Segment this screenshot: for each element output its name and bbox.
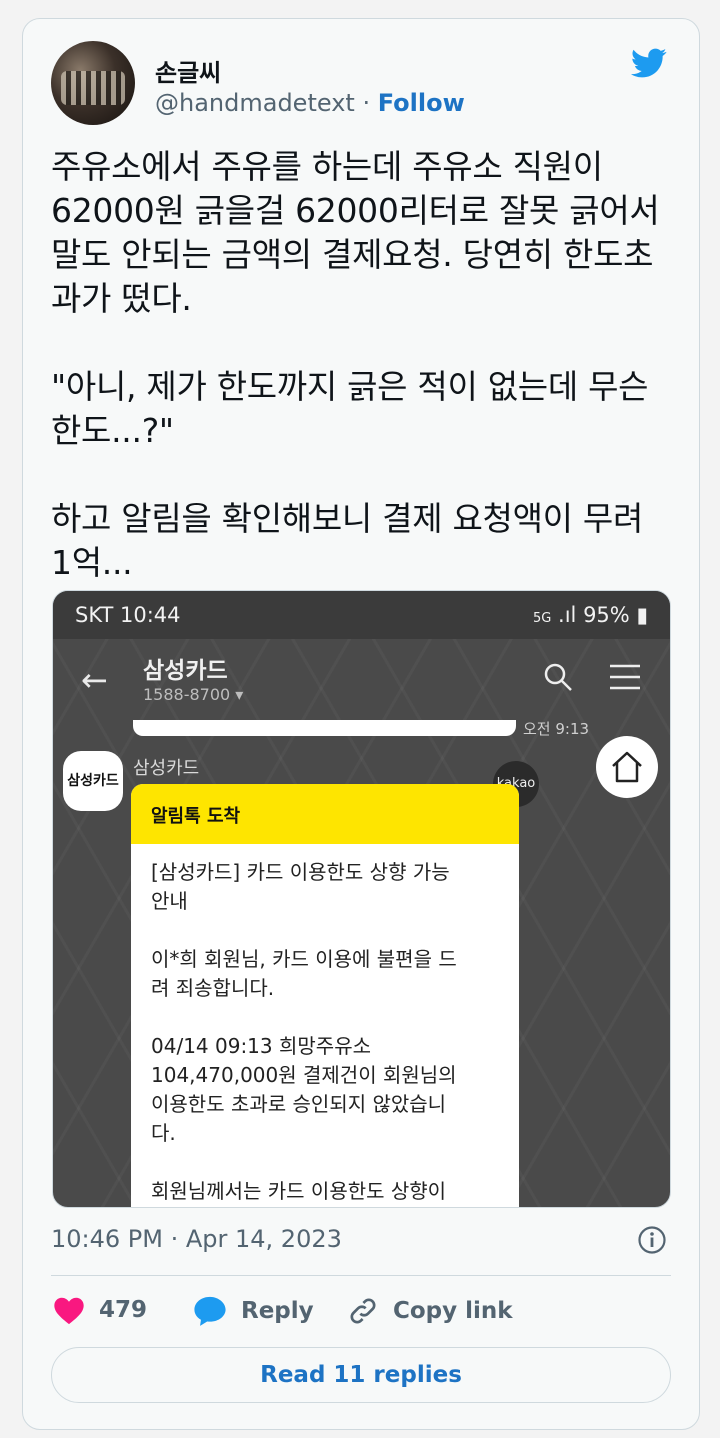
alimtalk-bubble: 알림톡 도착 [삼성카드] 카드 이용한도 상향 가능 안내 이*희 회원님, … [131, 784, 519, 1207]
status-right: 5G .ıl 95% ▮ [533, 603, 648, 627]
bubble-header: 알림톡 도착 [131, 784, 519, 844]
read-replies-button[interactable]: Read 11 replies [51, 1347, 671, 1403]
network-label: 5G [532, 611, 552, 626]
signal-icon: .ıl [558, 603, 577, 627]
tweet-card: 손글씨 @handmadetext · Follow 주유소에서 주유를 하는데… [22, 18, 700, 1430]
reply-label: Reply [241, 1298, 314, 1324]
battery-level: 95% [583, 603, 630, 627]
chat-subtitle: 1588-8700 ▾ [143, 685, 244, 704]
home-button [596, 736, 658, 798]
like-button[interactable]: 479 [53, 1295, 147, 1325]
reply-button[interactable]: Reply [193, 1295, 314, 1327]
follow-button[interactable]: Follow [378, 89, 465, 117]
avatar[interactable] [51, 41, 135, 125]
chat-title: 삼성카드 [143, 658, 228, 684]
separator: · [354, 89, 378, 117]
back-arrow-icon: ← [81, 661, 108, 699]
search-icon [544, 663, 572, 691]
tweet-text: 주유소에서 주유를 하는데 주유소 직원이 62000원 긁을걸 62000리터… [51, 147, 660, 582]
copy-link-button[interactable]: Copy link [347, 1295, 513, 1327]
tweet-timestamp[interactable]: 10:46 PM · Apr 14, 2023 [51, 1225, 342, 1253]
divider [51, 1275, 671, 1276]
bubble-body: [삼성카드] 카드 이용한도 상향 가능 안내 이*희 회원님, 카드 이용에 … [151, 860, 457, 1203]
author-name[interactable]: 손글씨 [155, 53, 221, 88]
chat-header: ← 삼성카드 1588-8700 ▾ [53, 639, 670, 721]
copy-link-label: Copy link [393, 1298, 513, 1324]
battery-icon: ▮ [636, 603, 648, 627]
tweet-media-screenshot[interactable]: SKT 10:44 5G .ıl 95% ▮ ← 삼성카드 1588-8700 … [52, 590, 671, 1208]
reply-bubble-icon [194, 1296, 226, 1326]
tweet-header: 손글씨 @handmadetext · Follow [51, 41, 671, 127]
home-icon [612, 751, 642, 783]
phone-status-bar: SKT 10:44 5G .ıl 95% ▮ [53, 591, 670, 639]
author-handle-row: @handmadetext · Follow [155, 89, 465, 117]
action-bar: 479 Reply Copy link [51, 1291, 671, 1331]
message-time: 오전 9:13 [523, 720, 590, 738]
previous-message-bubble [133, 720, 516, 736]
author-handle[interactable]: @handmadetext [155, 89, 355, 117]
link-icon [350, 1298, 376, 1324]
status-carrier-time: SKT 10:44 [75, 603, 181, 627]
info-icon[interactable] [637, 1225, 667, 1255]
heart-icon [54, 1297, 84, 1325]
menu-icon [610, 664, 640, 690]
twitter-bird-icon[interactable] [627, 45, 671, 81]
sender-name: 삼성카드 [133, 758, 200, 779]
sender-avatar: 삼성카드 [63, 751, 123, 811]
like-count: 479 [99, 1297, 148, 1323]
